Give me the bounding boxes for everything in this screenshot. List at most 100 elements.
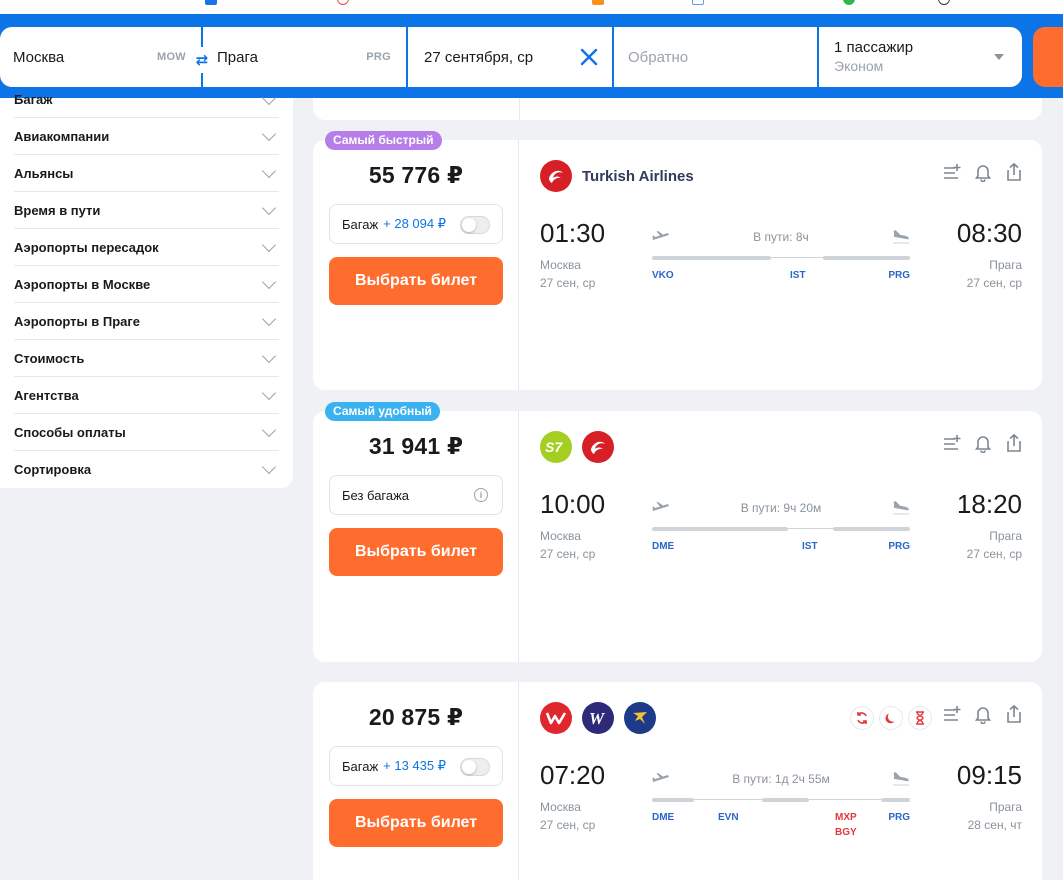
airline-logos: S7 <box>540 431 624 463</box>
baggage-toggle[interactable] <box>460 758 490 776</box>
wizz-w-logo-icon: W <box>582 702 614 734</box>
filter-airlines[interactable]: Авиакомпании <box>14 118 279 155</box>
flight-duration: В пути: 1д 2ч 55м <box>732 772 830 786</box>
add-to-list-icon[interactable] <box>942 433 962 453</box>
filter-label: Способы оплаты <box>14 424 126 440</box>
landing-plane-icon <box>893 230 909 244</box>
baggage-label: Без багажа <box>342 487 410 503</box>
baggage-option[interactable]: Багаж + 28 094 ₽ <box>329 204 503 244</box>
add-to-list-icon[interactable] <box>942 162 962 182</box>
origin-city: Москва <box>13 48 65 66</box>
swap-direction-button[interactable]: ⇄ <box>189 47 215 73</box>
filter-label: Аэропорты пересадок <box>14 239 159 255</box>
cabin-class: Эконом <box>834 58 884 74</box>
departure-date: 27 сен, ср <box>540 276 596 290</box>
departure-date-field[interactable]: 27 сентября, ср <box>408 27 612 87</box>
baggage-label: Багаж <box>342 758 379 774</box>
select-ticket-button[interactable]: Выбрать билет <box>329 528 503 576</box>
ticket-details: W 07:20 09:15 Москва 27 сен, ср Прага 28… <box>520 682 1042 880</box>
departure-city: Москва <box>540 529 581 543</box>
chevron-down-icon <box>261 163 277 178</box>
ticket-details: Turkish Airlines 01:30 08:30 Москва 27 с… <box>520 140 1042 390</box>
arrival-time: 09:15 <box>956 760 1022 790</box>
long-layover-icon[interactable] <box>908 706 932 730</box>
filter-moscow-airports[interactable]: Аэропорты в Москве <box>14 266 279 303</box>
filter-price[interactable]: Стоимость <box>14 340 279 377</box>
filter-travel-time[interactable]: Время в пути <box>14 192 279 229</box>
airport-code: DME <box>652 812 675 823</box>
bookmark-icon[interactable] <box>205 0 217 5</box>
ticket-card-partial <box>313 98 1042 120</box>
clear-date-icon[interactable] <box>578 46 600 68</box>
passengers-field[interactable]: 1 пассажир Эконом <box>819 27 1022 87</box>
bookmarks-bar <box>0 0 1063 14</box>
arrival-date: 28 сен, чт <box>967 818 1022 832</box>
return-date-field[interactable]: Обратно <box>614 27 817 87</box>
departure-date: 27 сен, ср <box>540 818 596 832</box>
departure-date: 27 сентября, ср <box>424 48 534 66</box>
bell-icon[interactable] <box>973 433 993 453</box>
destination-code: PRG <box>366 51 391 63</box>
destination-field[interactable]: Прага PRG <box>203 27 406 87</box>
filter-agencies[interactable]: Агентства <box>14 377 279 414</box>
bell-icon[interactable] <box>973 704 993 724</box>
filter-label: Аэропорты в Москве <box>14 276 151 292</box>
filters-sidebar: Багаж Авиакомпании Альянсы Время в пути … <box>0 90 293 488</box>
chevron-down-icon <box>261 237 277 252</box>
airport-code: EVN <box>718 812 739 823</box>
return-placeholder: Обратно <box>628 48 689 66</box>
bookmark-icon[interactable] <box>592 0 604 5</box>
airport-code: PRG <box>888 270 910 281</box>
bookmark-icon[interactable] <box>843 0 855 5</box>
baggage-toggle[interactable] <box>460 216 490 234</box>
ticket-price: 20 875 ₽ <box>368 704 464 730</box>
airport-code: MXP <box>835 812 857 823</box>
ticket-card[interactable]: 20 875 ₽ Багаж + 13 435 ₽ Выбрать билет … <box>313 682 1042 880</box>
departure-city: Москва <box>540 800 581 814</box>
filter-label: Агентства <box>14 387 79 403</box>
flight-segment <box>762 798 809 802</box>
flight-segment <box>652 256 771 260</box>
bookmark-icon[interactable] <box>692 0 704 5</box>
select-ticket-button[interactable]: Выбрать билет <box>329 799 503 847</box>
filter-label: Альянсы <box>14 165 74 181</box>
filter-payment-methods[interactable]: Способы оплаты <box>14 414 279 451</box>
bell-icon[interactable] <box>973 162 993 182</box>
fastest-badge: Самый быстрый <box>325 131 442 150</box>
flight-segment <box>652 798 694 802</box>
destination-city: Прага <box>217 48 258 66</box>
airline-logos: W <box>540 702 666 734</box>
bookmark-icon[interactable] <box>938 0 950 5</box>
filter-sorting[interactable]: Сортировка <box>14 451 279 488</box>
passengers-count: 1 пассажир <box>834 39 914 56</box>
share-icon[interactable] <box>1004 162 1024 182</box>
swap-icon: ⇄ <box>195 52 209 69</box>
select-ticket-button[interactable]: Выбрать билет <box>329 257 503 305</box>
airport-change-icon[interactable] <box>850 706 874 730</box>
filter-label: Время в пути <box>14 202 101 218</box>
search-button[interactable] <box>1033 27 1063 87</box>
arrival-city: Прага <box>989 800 1022 814</box>
filter-transfer-airports[interactable]: Аэропорты пересадок <box>14 229 279 266</box>
ticket-price-panel: 20 875 ₽ Багаж + 13 435 ₽ Выбрать билет <box>313 682 519 880</box>
info-icon[interactable]: i <box>474 488 488 502</box>
ticket-card[interactable]: Самый удобный 31 941 ₽ Без багажа i Выбр… <box>313 402 1042 662</box>
night-layover-icon[interactable] <box>879 706 903 730</box>
bookmark-icon[interactable] <box>337 0 349 5</box>
ticket-card[interactable]: Самый быстрый 55 776 ₽ Багаж + 28 094 ₽ … <box>313 131 1042 390</box>
add-to-list-icon[interactable] <box>942 704 962 724</box>
baggage-option[interactable]: Без багажа i <box>329 475 503 515</box>
chevron-down-icon <box>261 459 277 475</box>
filter-baggage[interactable]: Багаж <box>14 90 279 118</box>
filter-prague-airports[interactable]: Аэропорты в Праге <box>14 303 279 340</box>
share-icon[interactable] <box>1004 433 1024 453</box>
flight-segment <box>823 256 910 260</box>
share-icon[interactable] <box>1004 704 1024 724</box>
filter-alliances[interactable]: Альянсы <box>14 155 279 192</box>
arrival-date: 27 сен, ср <box>966 547 1022 561</box>
airport-code: PRG <box>888 541 910 552</box>
origin-field[interactable]: Москва MOW <box>0 27 201 87</box>
baggage-option[interactable]: Багаж + 13 435 ₽ <box>329 746 503 786</box>
svg-text:W: W <box>589 709 606 727</box>
airport-code: DME <box>652 541 675 552</box>
